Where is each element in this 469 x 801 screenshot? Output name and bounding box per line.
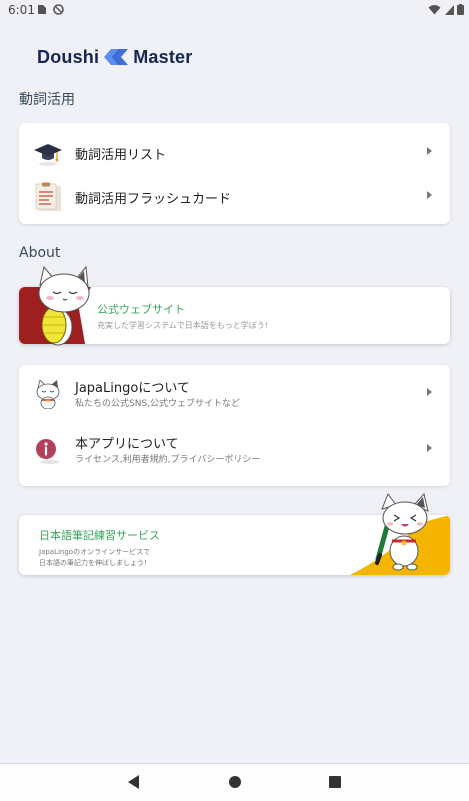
writing-banner-title: 日本語筆記練習サービス: [39, 529, 160, 542]
menu-item-subtitle: 私たちの公式SNS,公式ウェブサイトなど: [75, 399, 241, 409]
chevron-right-icon: [427, 191, 432, 199]
wifi-icon: [428, 5, 441, 15]
nav-home-icon[interactable]: [229, 776, 241, 788]
status-bar: 6:01: [0, 0, 469, 22]
nav-back-icon[interactable]: [128, 775, 139, 789]
chevron-right-icon: [427, 388, 432, 396]
cat-mascot-lantern-icon: [38, 265, 90, 346]
logo-mark-icon: [104, 49, 129, 65]
sd-card-icon: [38, 5, 46, 14]
battery-icon: [457, 4, 464, 15]
writing-banner-line1: JapaLingoのオンラインサービスで: [39, 548, 151, 556]
logo-right-word: Master: [133, 46, 193, 67]
cat-mascot-brush-icon: [375, 493, 429, 571]
conjugation-card: 動詞活用リスト 動詞活用フラッシュカード: [19, 123, 450, 224]
nav-recents-icon[interactable]: [329, 776, 341, 788]
menu-item-subtitle: ライセンス,利用者規約,プライバシーポリシー: [75, 455, 261, 465]
menu-item-label: 動詞活用リスト: [75, 148, 167, 163]
cat-mascot-icon: [36, 379, 60, 409]
menu-item-title: 本アプリについて: [75, 437, 179, 452]
menu-item-label: 動詞活用フラッシュカード: [75, 192, 232, 207]
status-time: 6:01: [8, 3, 35, 17]
signal-icon: [445, 5, 454, 15]
writing-banner-line2: 日本語の筆記力を伸ばしましょう!: [39, 559, 147, 567]
chevron-right-icon: [427, 444, 432, 452]
flashcard-clipboard-icon: [35, 182, 61, 211]
logo-left-word: Doushi: [37, 46, 100, 67]
menu-item-conjugation-list[interactable]: 動詞活用リスト: [19, 130, 450, 174]
section-title-conjugation: 動詞活用: [19, 92, 75, 108]
menu-item-about-app[interactable]: 本アプリについて ライセンス,利用者規約,プライバシーポリシー: [19, 427, 450, 471]
section-title-about: About: [19, 245, 61, 261]
menu-item-title: JapaLingoについて: [75, 381, 190, 396]
about-card: JapaLingoについて 私たちの公式SNS,公式ウェブサイトなど 本アプリに…: [19, 365, 450, 486]
system-nav-bar: [0, 763, 469, 801]
menu-item-about-japalingo[interactable]: JapaLingoについて 私たちの公式SNS,公式ウェブサイトなど: [19, 371, 450, 415]
website-banner-subtitle: 充実した学習システムで日本語をもっと学ぼう!: [97, 321, 268, 330]
app-logo: Doushi Master: [37, 44, 192, 70]
chevron-right-icon: [427, 147, 432, 155]
info-icon: [36, 439, 60, 464]
data-saver-icon: [53, 4, 64, 15]
graduation-cap-icon: [34, 144, 62, 166]
website-banner-title: 公式ウェブサイト: [97, 303, 185, 316]
menu-item-flashcards[interactable]: 動詞活用フラッシュカード: [19, 174, 450, 218]
